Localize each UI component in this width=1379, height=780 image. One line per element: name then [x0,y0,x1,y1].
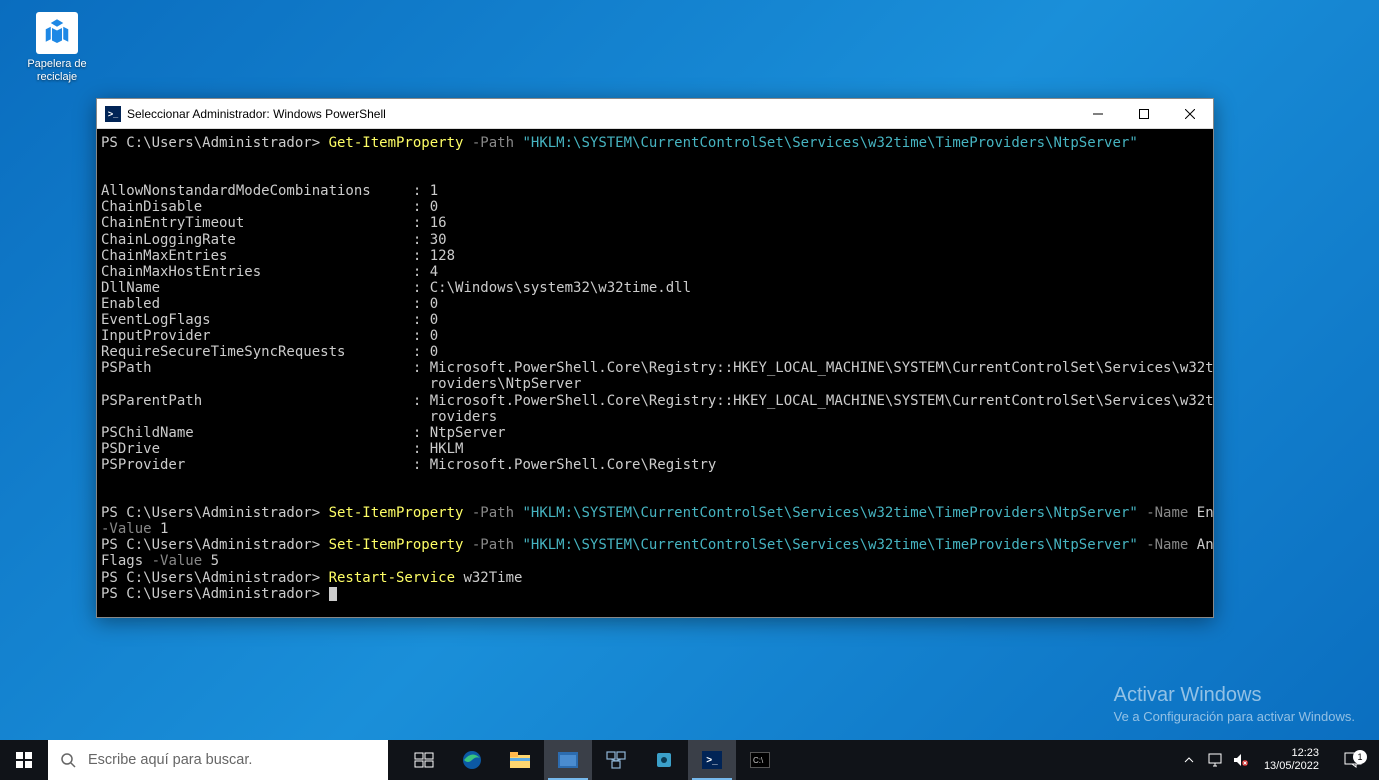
file-explorer-icon[interactable] [496,740,544,780]
task-view-icon[interactable] [400,740,448,780]
recycle-bin-glyph [36,12,78,54]
minimize-button[interactable] [1075,99,1121,128]
server-manager-icon[interactable] [592,740,640,780]
terminal-body[interactable]: PS C:\Users\Administrador> Get-ItemPrope… [97,129,1213,617]
window-title: Seleccionar Administrador: Windows Power… [127,107,1075,121]
settings-app-icon[interactable] [640,740,688,780]
watermark-subtitle: Ve a Configuración para activar Windows. [1114,709,1355,724]
close-button[interactable] [1167,99,1213,128]
recycle-bin-icon[interactable]: Papelera de reciclaje [22,12,92,84]
window-app-icon[interactable] [544,740,592,780]
desktop[interactable]: Papelera de reciclaje >_ Seleccionar Adm… [0,0,1379,780]
window-titlebar[interactable]: >_ Seleccionar Administrador: Windows Po… [97,99,1213,129]
search-icon [60,752,76,768]
recycle-bin-label: Papelera de reciclaje [22,58,92,84]
system-tray: 12:23 13/05/2022 1 [1174,740,1379,780]
search-placeholder: Escribe aquí para buscar. [88,752,252,768]
powershell-taskbar-icon[interactable]: >_ [688,740,736,780]
search-input[interactable]: Escribe aquí para buscar. [48,740,388,780]
tray-chevron-icon[interactable] [1180,755,1198,765]
maximize-button[interactable] [1121,99,1167,128]
taskbar-apps: >_ C:\ [400,740,784,780]
clock-time: 12:23 [1264,747,1319,760]
watermark-title: Activar Windows [1114,684,1355,707]
notifications-icon[interactable]: 1 [1333,752,1373,768]
powershell-window: >_ Seleccionar Administrador: Windows Po… [96,98,1214,618]
powershell-icon: >_ [105,106,121,122]
start-button[interactable] [0,740,48,780]
network-icon[interactable] [1206,753,1224,767]
activation-watermark: Activar Windows Ve a Configuración para … [1114,684,1355,724]
clock-date: 13/05/2022 [1264,760,1319,773]
edge-icon[interactable] [448,740,496,780]
clock[interactable]: 12:23 13/05/2022 [1258,747,1325,772]
notification-badge: 1 [1353,750,1367,764]
cmd-taskbar-icon[interactable]: C:\ [736,740,784,780]
taskbar: Escribe aquí para buscar. >_ C:\ 12:23 1… [0,740,1379,780]
volume-icon[interactable] [1232,753,1250,767]
